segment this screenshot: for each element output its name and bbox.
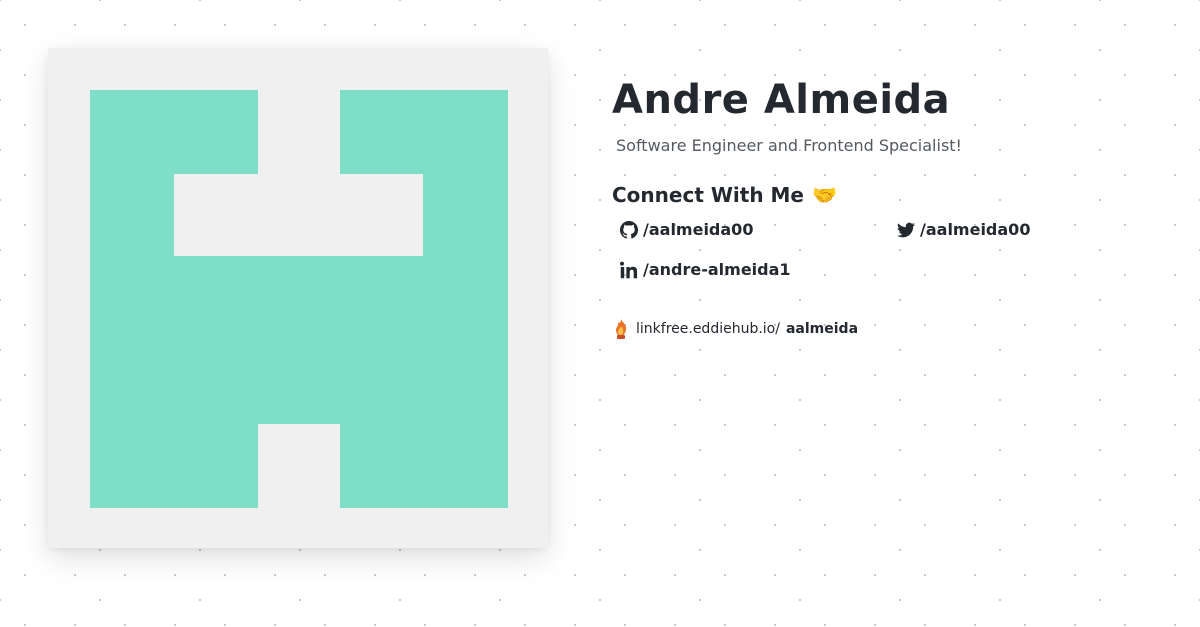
- identicon-avatar: [48, 48, 548, 548]
- linkfree-link[interactable]: linkfree.eddiehub.io/ aalmeida: [612, 318, 1172, 340]
- linkfree-flame-icon: [616, 319, 627, 339]
- connect-heading: Connect With Me 🤝: [612, 182, 1172, 208]
- twitter-handle: /aalmeida00: [920, 220, 1031, 239]
- social-links: /aalmeida00 /aalmeida00 /andre-almeida1: [612, 218, 1172, 282]
- github-icon: [620, 221, 638, 239]
- profile-section: Andre Almeida Software Engineer and Fron…: [612, 76, 1172, 340]
- handshake-icon: 🤝: [811, 183, 837, 207]
- linkfree-domain: linkfree.eddiehub.io/: [636, 321, 780, 337]
- linkfree-username: aalmeida: [785, 321, 859, 337]
- twitter-icon: [897, 222, 915, 238]
- github-handle: /aalmeida00: [643, 220, 754, 239]
- profile-bio: Software Engineer and Frontend Specialis…: [616, 136, 962, 155]
- linkedin-link[interactable]: /andre-almeida1: [620, 258, 897, 282]
- linkedin-icon: [620, 261, 638, 279]
- github-link[interactable]: /aalmeida00: [620, 218, 897, 242]
- twitter-link[interactable]: /aalmeida00: [897, 218, 1157, 242]
- profile-name: Andre Almeida: [612, 77, 951, 123]
- linkedin-handle: /andre-almeida1: [643, 260, 791, 279]
- connect-heading-label: Connect With Me: [612, 183, 804, 207]
- avatar: [48, 48, 548, 548]
